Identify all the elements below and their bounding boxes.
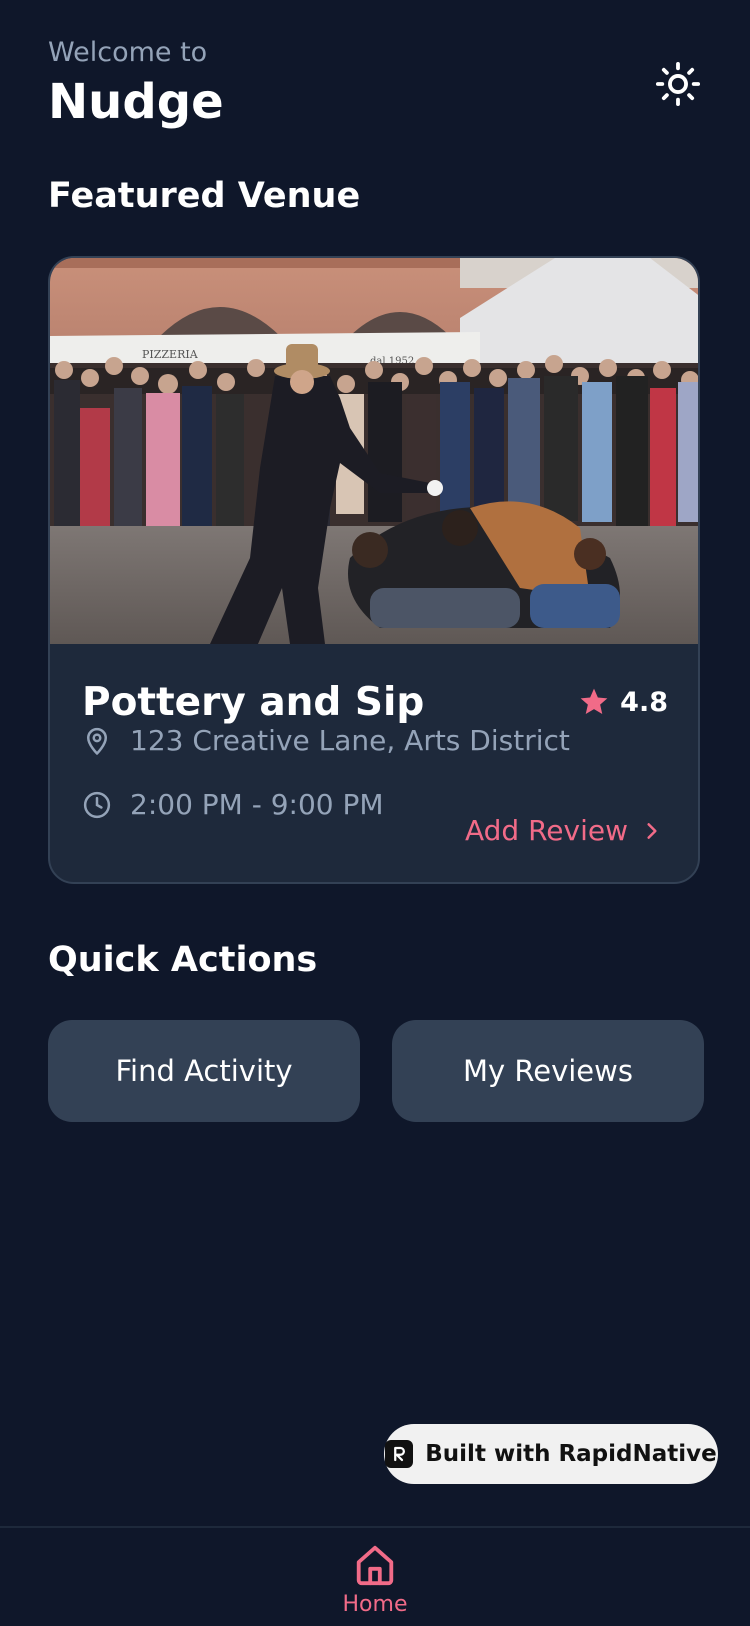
bottom-tab-bar: Home — [0, 1526, 750, 1626]
venue-rating: 4.8 — [578, 686, 668, 718]
header: Welcome to Nudge — [48, 36, 224, 132]
add-review-label: Add Review — [464, 814, 628, 847]
quick-actions-title: Quick Actions — [48, 940, 318, 980]
tab-home-label: Home — [342, 1592, 408, 1617]
venue-address-row: 123 Creative Lane, Arts District — [82, 724, 570, 757]
add-review-button[interactable]: Add Review — [465, 814, 662, 847]
sun-icon — [655, 61, 701, 107]
find-activity-button[interactable]: Find Activity — [48, 1020, 360, 1122]
venue-address: 123 Creative Lane, Arts District — [130, 724, 570, 757]
featured-venue-card[interactable]: PIZZERIA dal 1952 Pottery and Sip 4.8 12… — [48, 256, 700, 884]
venue-hours: 2:00 PM - 9:00 PM — [130, 788, 384, 821]
venue-name: Pottery and Sip — [82, 680, 425, 725]
my-reviews-button[interactable]: My Reviews — [392, 1020, 704, 1122]
built-with-badge[interactable]: Built with RapidNative — [384, 1424, 718, 1484]
image-sign-pizzeria: PIZZERIA — [142, 348, 199, 361]
theme-toggle-button[interactable] — [652, 58, 704, 110]
welcome-text: Welcome to — [48, 37, 208, 68]
venue-image: PIZZERIA dal 1952 — [50, 258, 698, 644]
venue-hours-row: 2:00 PM - 9:00 PM — [82, 788, 384, 821]
rapidnative-logo-icon — [385, 1440, 414, 1468]
app-title: Nudge — [48, 74, 224, 130]
map-pin-icon — [87, 727, 107, 755]
rating-value: 4.8 — [620, 686, 668, 718]
badge-label: Built with RapidNative — [425, 1441, 717, 1467]
find-activity-label: Find Activity — [115, 1054, 293, 1088]
tab-home[interactable]: Home — [325, 1542, 425, 1617]
clock-icon — [83, 791, 111, 818]
chevron-right-icon — [647, 822, 657, 839]
featured-section-title: Featured Venue — [48, 176, 361, 216]
home-icon — [356, 1545, 394, 1586]
my-reviews-label: My Reviews — [463, 1054, 633, 1088]
star-icon — [580, 688, 608, 714]
